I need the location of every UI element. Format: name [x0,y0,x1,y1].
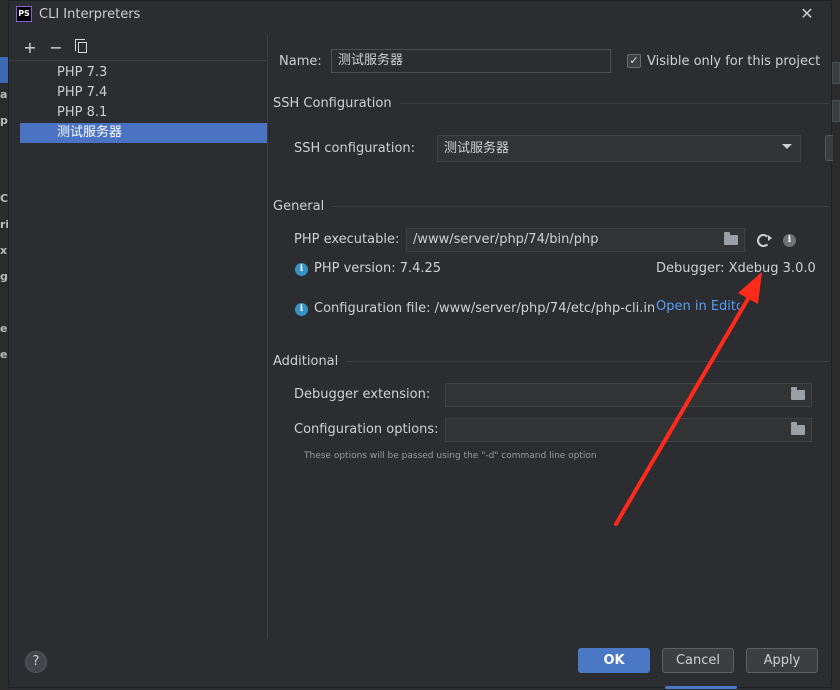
interpreter-list: PHP 7.3 PHP 7.4 PHP 8.1 测试服务器 [9,63,267,143]
configuration-options-hint: These options will be passed using the "… [304,451,597,461]
info-icon: i [295,263,308,276]
ssh-section-header: SSH Configuration [273,96,829,111]
php-executable-input[interactable]: /www/server/php/74/bin/php [406,228,745,252]
visible-only-checkbox[interactable]: ✓ [627,54,641,68]
interpreter-item-selected[interactable]: 测试服务器 [20,123,267,143]
open-in-editor-link[interactable]: Open in Edito [656,299,740,314]
php-executable-value: /www/server/php/74/bin/php [413,232,599,247]
folder-icon[interactable] [791,422,805,435]
interpreter-item[interactable]: PHP 7.3 [20,63,267,83]
ssh-configuration-select[interactable]: 测试服务器 [437,135,801,162]
ssh-section-title: SSH Configuration [273,96,392,111]
interpreter-item[interactable]: PHP 8.1 [20,103,267,123]
ssh-browse-button[interactable] [825,135,833,161]
configuration-options-label: Configuration options: [294,422,439,437]
additional-section-header: Additional [273,354,829,369]
help-button[interactable]: ? [25,651,47,673]
ssh-configuration-value: 测试服务器 [444,141,510,156]
info-icon: i [295,303,308,316]
debugger-extension-input[interactable] [445,383,812,407]
additional-section-title: Additional [273,354,339,369]
chevron-down-icon [782,144,792,149]
apply-button[interactable]: Apply [746,648,818,673]
folder-icon[interactable] [724,232,738,245]
general-section-title: General [273,199,325,214]
copy-icon[interactable] [73,39,91,57]
debugger-extension-label: Debugger extension: [294,387,431,402]
php-executable-label: PHP executable: [294,232,400,247]
interpreter-list-pane: + − PHP 7.3 PHP 7.4 PHP 8.1 测试服务器 [9,35,268,639]
visible-only-label: Visible only for this project [647,54,821,69]
cancel-button[interactable]: Cancel [662,648,734,673]
phpstorm-logo-icon: PS [16,6,32,22]
interpreter-item[interactable]: PHP 7.4 [20,83,267,103]
remove-icon[interactable]: − [47,38,65,57]
list-toolbar: + − [9,35,267,61]
background-text: x [0,244,8,257]
ssh-configuration-label: SSH configuration: [294,141,416,156]
configuration-options-input[interactable] [445,418,812,442]
add-icon[interactable]: + [21,38,39,57]
info-icon[interactable]: i [783,234,796,247]
php-version-text: PHP version: 7.4.25 [314,261,442,276]
background-text: a [0,88,8,101]
folder-icon[interactable] [791,387,805,400]
interpreter-details-pane: Name: 测试服务器 ✓ Visible only for this proj… [273,35,833,639]
background-text: e [0,348,8,361]
general-section-header: General [273,199,829,214]
refresh-icon[interactable] [757,234,772,247]
name-input[interactable]: 测试服务器 [331,49,611,73]
dialog-title: CLI Interpreters [39,7,141,22]
title-bar: PS CLI Interpreters ✕ [9,1,831,31]
background-tab [832,62,840,84]
focus-accent [665,686,737,689]
ok-button[interactable]: OK [578,648,650,673]
background-text: C [0,192,9,205]
background-text: p [0,114,8,127]
name-label: Name: [279,54,322,69]
background-text: g [0,270,8,283]
background-tab [832,100,840,122]
configuration-file-text: Configuration file: /www/server/php/74/e… [314,301,654,316]
debugger-text: Debugger: Xdebug 3.0.0 [656,261,816,276]
cli-interpreters-dialog: PS CLI Interpreters ✕ + − PHP 7.3 PHP 7.… [8,0,833,689]
background-selection [0,57,8,83]
background-text: e [0,322,8,335]
dialog-footer: ? OK Cancel Apply [9,641,831,689]
close-icon[interactable]: ✕ [799,6,815,22]
